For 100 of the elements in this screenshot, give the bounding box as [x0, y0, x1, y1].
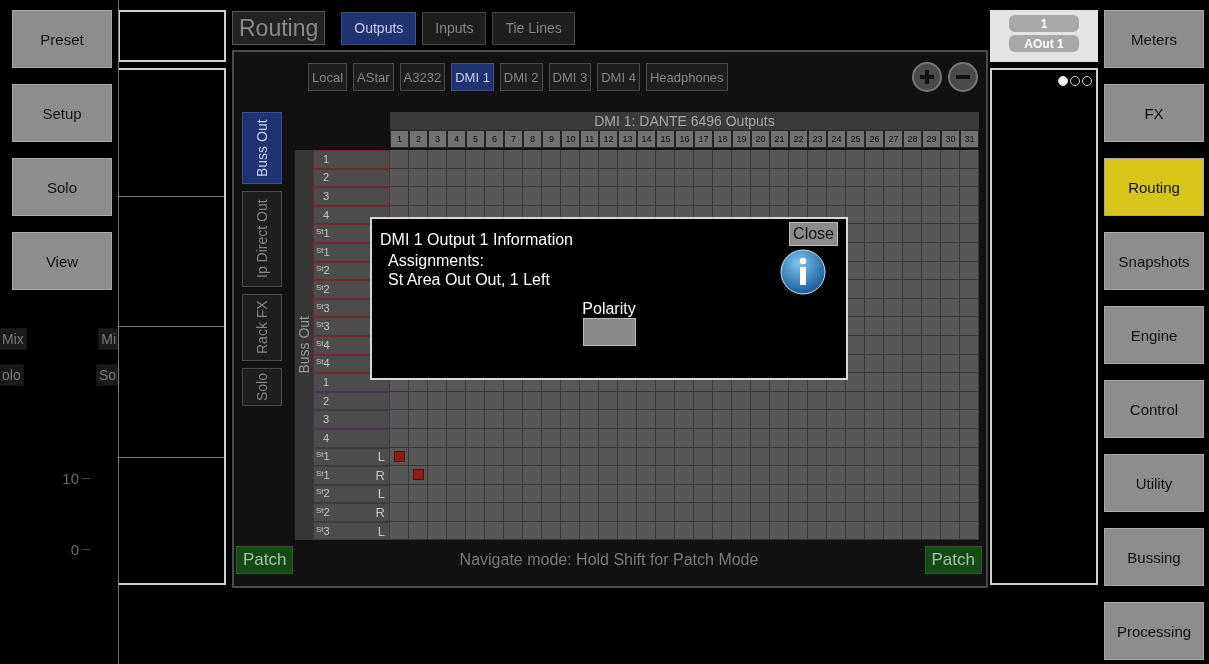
- nav-button[interactable]: View: [12, 232, 112, 290]
- column-number: 12: [599, 130, 618, 148]
- column-number: 21: [770, 130, 789, 148]
- nav-button[interactable]: Meters: [1104, 10, 1204, 68]
- column-number: 19: [732, 130, 751, 148]
- source-tab[interactable]: DMI 1: [451, 63, 494, 91]
- row-label: $^{St}$1: [316, 228, 330, 240]
- row-label: $^{St}$2: [316, 488, 330, 500]
- source-tab[interactable]: DMI 2: [499, 63, 543, 91]
- row-label: 4: [322, 209, 330, 221]
- column-number: 6: [485, 130, 504, 148]
- row-label: $^{St}$2: [316, 283, 330, 295]
- column-number: 24: [827, 130, 846, 148]
- nav-button[interactable]: Solo: [12, 158, 112, 216]
- nav-button[interactable]: Preset: [12, 10, 112, 68]
- scale-label: 10: [62, 470, 79, 487]
- column-number: 30: [941, 130, 960, 148]
- source-tab[interactable]: AStar: [353, 63, 394, 91]
- row-label: 1: [322, 153, 330, 165]
- column-number: 29: [922, 130, 941, 148]
- column-number: 26: [865, 130, 884, 148]
- row-label: $^{St}$2: [316, 265, 330, 277]
- column-number: 3: [428, 130, 447, 148]
- source-tab[interactable]: Headphones: [645, 63, 728, 91]
- nav-button[interactable]: FX: [1104, 84, 1204, 142]
- channel-side: L: [377, 523, 385, 539]
- remove-button[interactable]: [948, 62, 978, 92]
- nav-button[interactable]: Routing: [1104, 158, 1204, 216]
- channel-chip: Mi: [98, 328, 118, 350]
- column-number: 4: [447, 130, 466, 148]
- tab[interactable]: Outputs: [341, 11, 417, 45]
- close-button[interactable]: Close: [789, 222, 838, 246]
- row-label: 1: [322, 376, 330, 388]
- column-number: 2: [409, 130, 428, 148]
- column-number: 10: [561, 130, 580, 148]
- scale-label: 0: [70, 541, 79, 558]
- column-number: 25: [846, 130, 865, 148]
- column-number: 22: [789, 130, 808, 148]
- column-number: 31: [960, 130, 979, 148]
- column-number: 9: [542, 130, 561, 148]
- group-label: Buss Out: [296, 316, 312, 375]
- column-number: 23: [808, 130, 827, 148]
- tab[interactable]: Inputs: [422, 11, 487, 45]
- polarity-label: Polarity: [582, 299, 636, 318]
- polarity-button[interactable]: [582, 318, 636, 346]
- tab[interactable]: Tie Lines: [492, 11, 575, 45]
- nav-button[interactable]: Processing: [1104, 602, 1204, 660]
- column-number: 17: [694, 130, 713, 148]
- source-tab[interactable]: A3232: [399, 63, 446, 91]
- page-title: Routing: [232, 11, 326, 45]
- row-label: $^{St}$1: [316, 469, 330, 481]
- row-label: 2: [322, 172, 330, 184]
- row-label: $^{St}$4: [316, 339, 330, 351]
- category-tab[interactable]: Buss Out: [242, 112, 282, 184]
- column-number: 11: [580, 130, 599, 148]
- nav-button[interactable]: Snapshots: [1104, 232, 1204, 290]
- row-label: $^{St}$3: [316, 321, 330, 333]
- source-tab[interactable]: DMI 4: [597, 63, 640, 91]
- column-number: 15: [656, 130, 675, 148]
- info-icon: [780, 249, 826, 295]
- plus-icon: [920, 70, 934, 84]
- column-number: 13: [618, 130, 637, 148]
- column-number: 27: [884, 130, 903, 148]
- column-number: 1: [390, 130, 409, 148]
- source-tab[interactable]: DMI 3: [548, 63, 592, 91]
- channel-side: L: [377, 449, 385, 465]
- row-label: $^{St}$1: [316, 451, 330, 463]
- minus-icon: [956, 75, 970, 79]
- channel-side: L: [377, 486, 385, 502]
- column-number: 16: [675, 130, 694, 148]
- nav-button[interactable]: Control: [1104, 380, 1204, 438]
- column-number: 28: [903, 130, 922, 148]
- category-tab[interactable]: Rack FX: [242, 294, 282, 361]
- matrix-title: DMI 1: DANTE 6496 Outputs: [390, 112, 979, 130]
- row-label: 3: [322, 191, 330, 202]
- column-number: 18: [713, 130, 732, 148]
- nav-button[interactable]: Engine: [1104, 306, 1204, 364]
- page-dot[interactable]: [1058, 76, 1068, 86]
- row-label: 4: [322, 432, 330, 444]
- patch-button[interactable]: Patch: [236, 546, 294, 574]
- nav-button[interactable]: Utility: [1104, 454, 1204, 512]
- source-tab[interactable]: Local: [308, 63, 348, 91]
- channel-chip: olo: [0, 364, 24, 386]
- column-number: 20: [751, 130, 770, 148]
- column-number: 5: [466, 130, 485, 148]
- row-label: $^{St}$4: [316, 358, 330, 370]
- add-button[interactable]: [912, 62, 942, 92]
- channel-chip: Mix: [0, 328, 27, 350]
- category-tab[interactable]: Ip Direct Out: [242, 191, 282, 287]
- nav-button[interactable]: Bussing: [1104, 528, 1204, 586]
- category-tab[interactable]: Solo: [242, 368, 282, 406]
- row-label: 3: [322, 414, 330, 426]
- nav-button[interactable]: Setup: [12, 84, 112, 142]
- channel-side: R: [375, 505, 385, 521]
- channel-number: 1: [1009, 15, 1079, 32]
- column-number: 8: [523, 130, 542, 148]
- row-label: $^{St}$1: [316, 246, 330, 258]
- channel-chip: So: [95, 364, 118, 386]
- row-label: $^{St}$3: [316, 302, 330, 314]
- patch-button[interactable]: Patch: [924, 546, 982, 574]
